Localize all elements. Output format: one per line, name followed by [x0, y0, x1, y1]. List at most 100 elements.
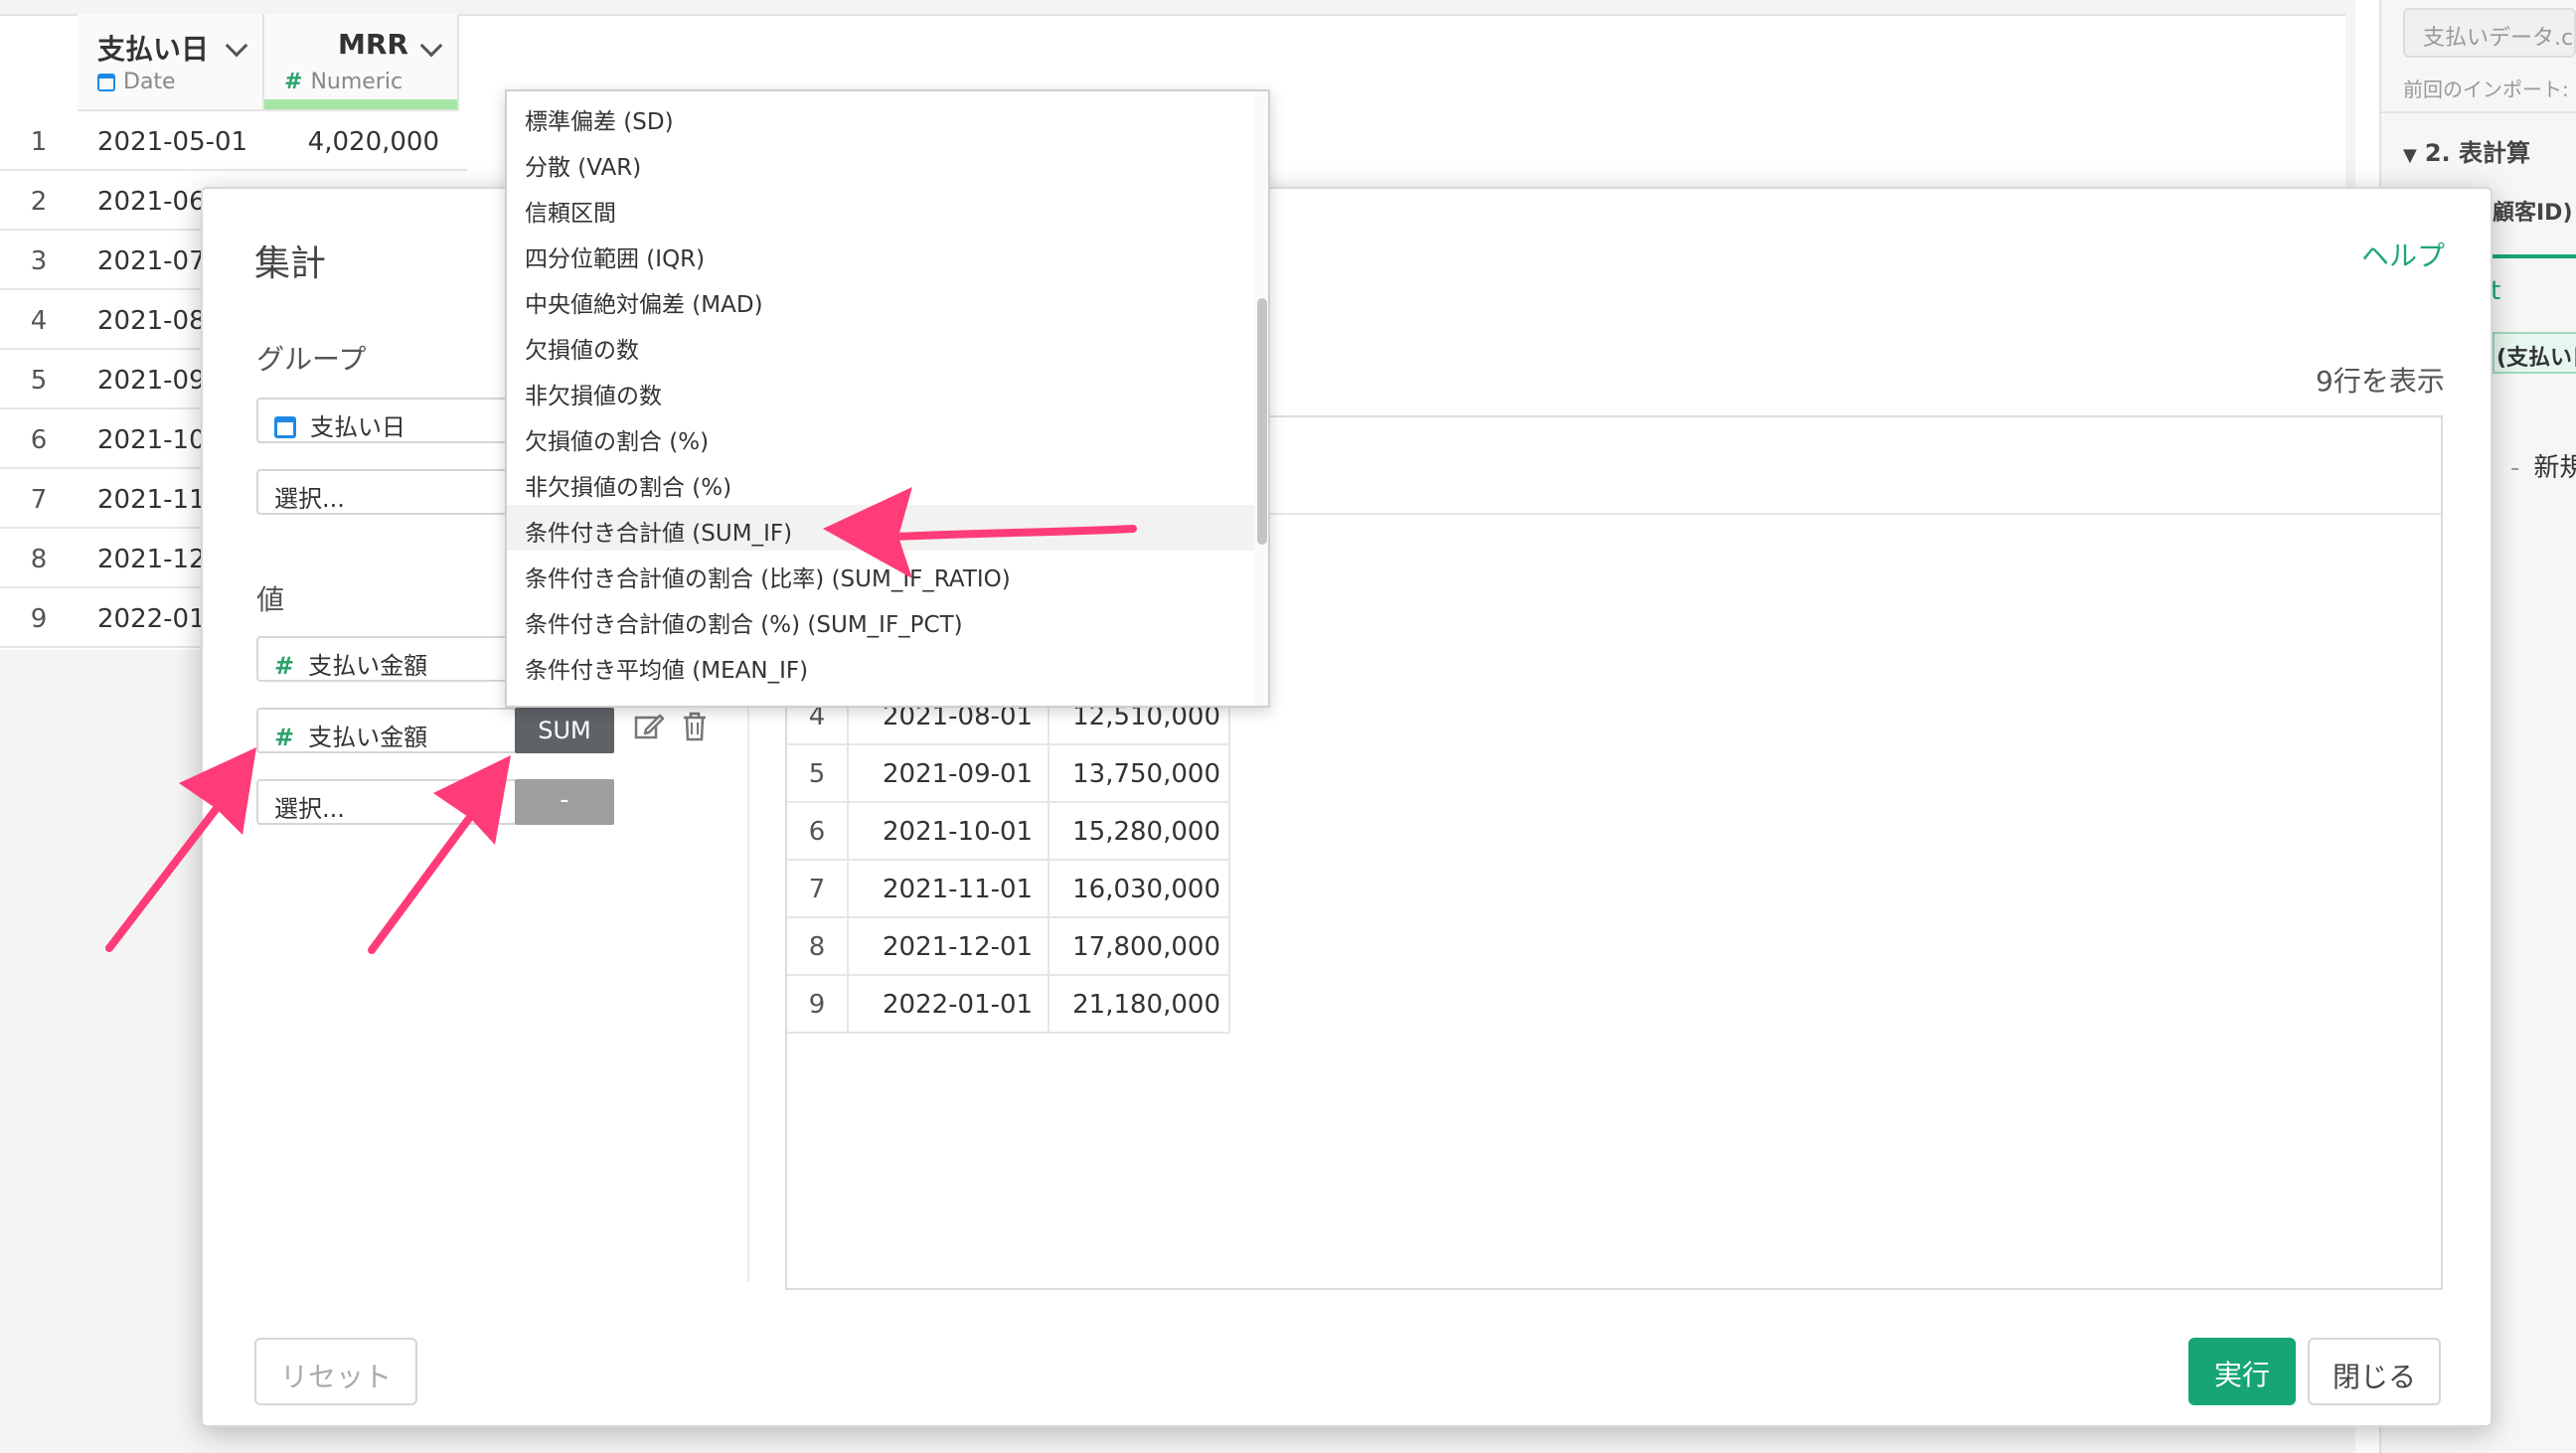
dropdown-item-sd[interactable]: 標準偏差 (SD) — [507, 93, 1254, 139]
dropdown-item-sum-if-pct[interactable]: 条件付き合計値の割合 (%) (SUM_IF_PCT) — [507, 596, 1254, 642]
preview-cell-date: 2021-12-01 — [883, 932, 1034, 962]
dropdown-item-mad[interactable]: 中央値絶対偏差 (MAD) — [507, 276, 1254, 322]
close-button[interactable]: 閉じる — [2308, 1338, 2441, 1405]
row-number: 8 — [30, 545, 48, 574]
dropdown-item-sum-if-ratio[interactable]: 条件付き合計値の割合 (比率) (SUM_IF_RATIO) — [507, 551, 1254, 596]
step-item-payment-date[interactable]: (支払い日 — [2493, 332, 2576, 374]
value-field-payment-amount[interactable]: # 支払い金額 — [256, 636, 515, 682]
cell-date: 2021-10 — [97, 425, 206, 455]
dropdown-item-missing-ratio[interactable]: 欠損値の割合 (%) — [507, 413, 1254, 459]
cell-date: 2021-05-01 — [97, 127, 248, 157]
preview-cell-value: 21,180,000 — [1072, 990, 1220, 1020]
column-quality-bar — [264, 99, 457, 109]
dropdown-item-sum-if[interactable]: 条件付き合計値 (SUM_IF) — [507, 505, 1254, 551]
cell-date: 2021-08 — [97, 306, 206, 336]
aggregate-function-dropdown: 標準偏差 (SD) 分散 (VAR) 信頼区間 四分位範囲 (IQR) 中央値絶… — [505, 89, 1270, 708]
value-select-input[interactable]: 選択... — [256, 779, 517, 825]
dropdown-item-confidence-interval[interactable]: 信頼区間 — [507, 185, 1254, 231]
dropdown-item-var[interactable]: 分散 (VAR) — [507, 139, 1254, 185]
group-field-payment-date[interactable]: 支払い日 — [256, 398, 515, 443]
reset-button[interactable]: リセット — [254, 1338, 417, 1405]
active-step-indicator — [2493, 254, 2576, 258]
row-number: 4 — [30, 306, 48, 336]
cell-date: 2021-11 — [97, 485, 206, 515]
dropdown-item-missing-count[interactable]: 欠損値の数 — [507, 322, 1254, 368]
group-section-label: グループ — [256, 343, 367, 376]
data-source-input[interactable]: 支払いデータ.c — [2403, 8, 2576, 58]
hash-icon: # — [284, 70, 303, 94]
row-number: 3 — [30, 246, 48, 276]
preview-row-number: 7 — [808, 875, 826, 904]
preview-row: 8 2021-12-01 17,800,000 — [787, 918, 1230, 976]
step-item-customer-id[interactable]: 顧客ID) — [2493, 195, 2573, 227]
cell-date: 2021-06 — [97, 187, 206, 217]
step-section-title[interactable]: ▼ 2. 表計算 — [2403, 133, 2530, 168]
preview-row: 5 2021-09-01 13,750,000 — [787, 745, 1230, 803]
hash-icon: # — [274, 652, 295, 680]
preview-cell-value: 15,280,000 — [1072, 817, 1220, 847]
edit-icon[interactable] — [634, 712, 664, 741]
cell-divider — [847, 918, 849, 976]
row-number: 5 — [30, 366, 48, 396]
cell-mrr: 4,020,000 — [307, 127, 439, 157]
cell-divider — [1228, 861, 1230, 918]
preview-cell-date: 2021-10-01 — [883, 817, 1034, 847]
column-type-label: Date — [123, 70, 176, 94]
run-button[interactable]: 実行 — [2188, 1338, 2296, 1405]
step-section-label: 2. 表計算 — [2424, 139, 2531, 167]
column-name: 支払い日 — [97, 33, 210, 66]
table-row[interactable]: 1 2021-05-01 4,020,000 — [0, 111, 467, 171]
new-step-label: 新規ス — [2533, 453, 2576, 483]
cell-divider — [1228, 745, 1230, 803]
cell-divider — [847, 861, 849, 918]
group-select-input[interactable]: 選択... — [256, 469, 515, 515]
preview-row-number: 9 — [808, 990, 826, 1020]
preview-cell-value: 16,030,000 — [1072, 875, 1220, 904]
value-field-label: 支払い金額 — [308, 652, 428, 680]
column-header-payment-date[interactable]: 支払い日 Date — [78, 14, 264, 111]
cell-date: 2021-07 — [97, 246, 206, 276]
dialog-title: 集計 — [254, 243, 327, 284]
row-number: 1 — [30, 127, 48, 157]
rows-count-label: 9行を表示 — [2316, 365, 2445, 398]
value-field-label: 支払い金額 — [308, 724, 428, 751]
cell-divider — [1228, 976, 1230, 1034]
chevron-down-icon[interactable] — [225, 34, 248, 58]
preview-row-number: 8 — [808, 932, 826, 962]
row-number: 6 — [30, 425, 48, 455]
dropdown-item-mean-if[interactable]: 条件付き平均値 (MEAN_IF) — [507, 642, 1254, 688]
panel-divider — [2379, 111, 2576, 113]
column-type-label: Numeric — [310, 70, 403, 94]
column-header-mrr[interactable]: MRR # Numeric — [264, 14, 459, 111]
calendar-icon — [274, 416, 296, 438]
preview-cell-value: 13,750,000 — [1072, 759, 1220, 789]
cell-date: 2021-12 — [97, 545, 206, 574]
preview-row: 7 2021-11-01 16,030,000 — [787, 861, 1230, 918]
cell-divider — [1228, 918, 1230, 976]
new-step-link[interactable]: -新規ス — [2510, 447, 2576, 484]
column-underline — [78, 101, 262, 111]
column-type: # Numeric — [284, 70, 402, 94]
help-link[interactable]: ヘルプ — [2361, 235, 2445, 274]
preview-cell-date: 2021-11-01 — [883, 875, 1034, 904]
dropdown-item-iqr[interactable]: 四分位範囲 (IQR) — [507, 231, 1254, 276]
chevron-down-icon[interactable] — [419, 34, 443, 58]
cell-divider — [847, 976, 849, 1034]
preview-cell-value: 17,800,000 — [1072, 932, 1220, 962]
calendar-icon — [97, 74, 115, 91]
previous-import-label: 前回のインポート: — [2403, 78, 2569, 101]
value-field-payment-amount[interactable]: # 支払い金額 — [256, 708, 517, 753]
aggregate-function-button-empty[interactable]: - — [515, 779, 614, 825]
dropdown-scrollbar-thumb[interactable] — [1257, 298, 1267, 545]
dropdown-item-non-missing-ratio[interactable]: 非欠損値の割合 (%) — [507, 459, 1254, 505]
trash-icon[interactable] — [682, 712, 708, 741]
row-number: 9 — [30, 604, 48, 634]
preview-row: 6 2021-10-01 15,280,000 — [787, 803, 1230, 861]
hash-icon: # — [274, 724, 295, 751]
cell-divider — [1228, 803, 1230, 861]
cell-date: 2022-01 — [97, 604, 206, 634]
dropdown-item-non-missing-count[interactable]: 非欠損値の数 — [507, 368, 1254, 413]
row-number: 2 — [30, 187, 48, 217]
aggregate-function-button[interactable]: SUM — [515, 708, 614, 753]
cell-divider — [847, 745, 849, 803]
